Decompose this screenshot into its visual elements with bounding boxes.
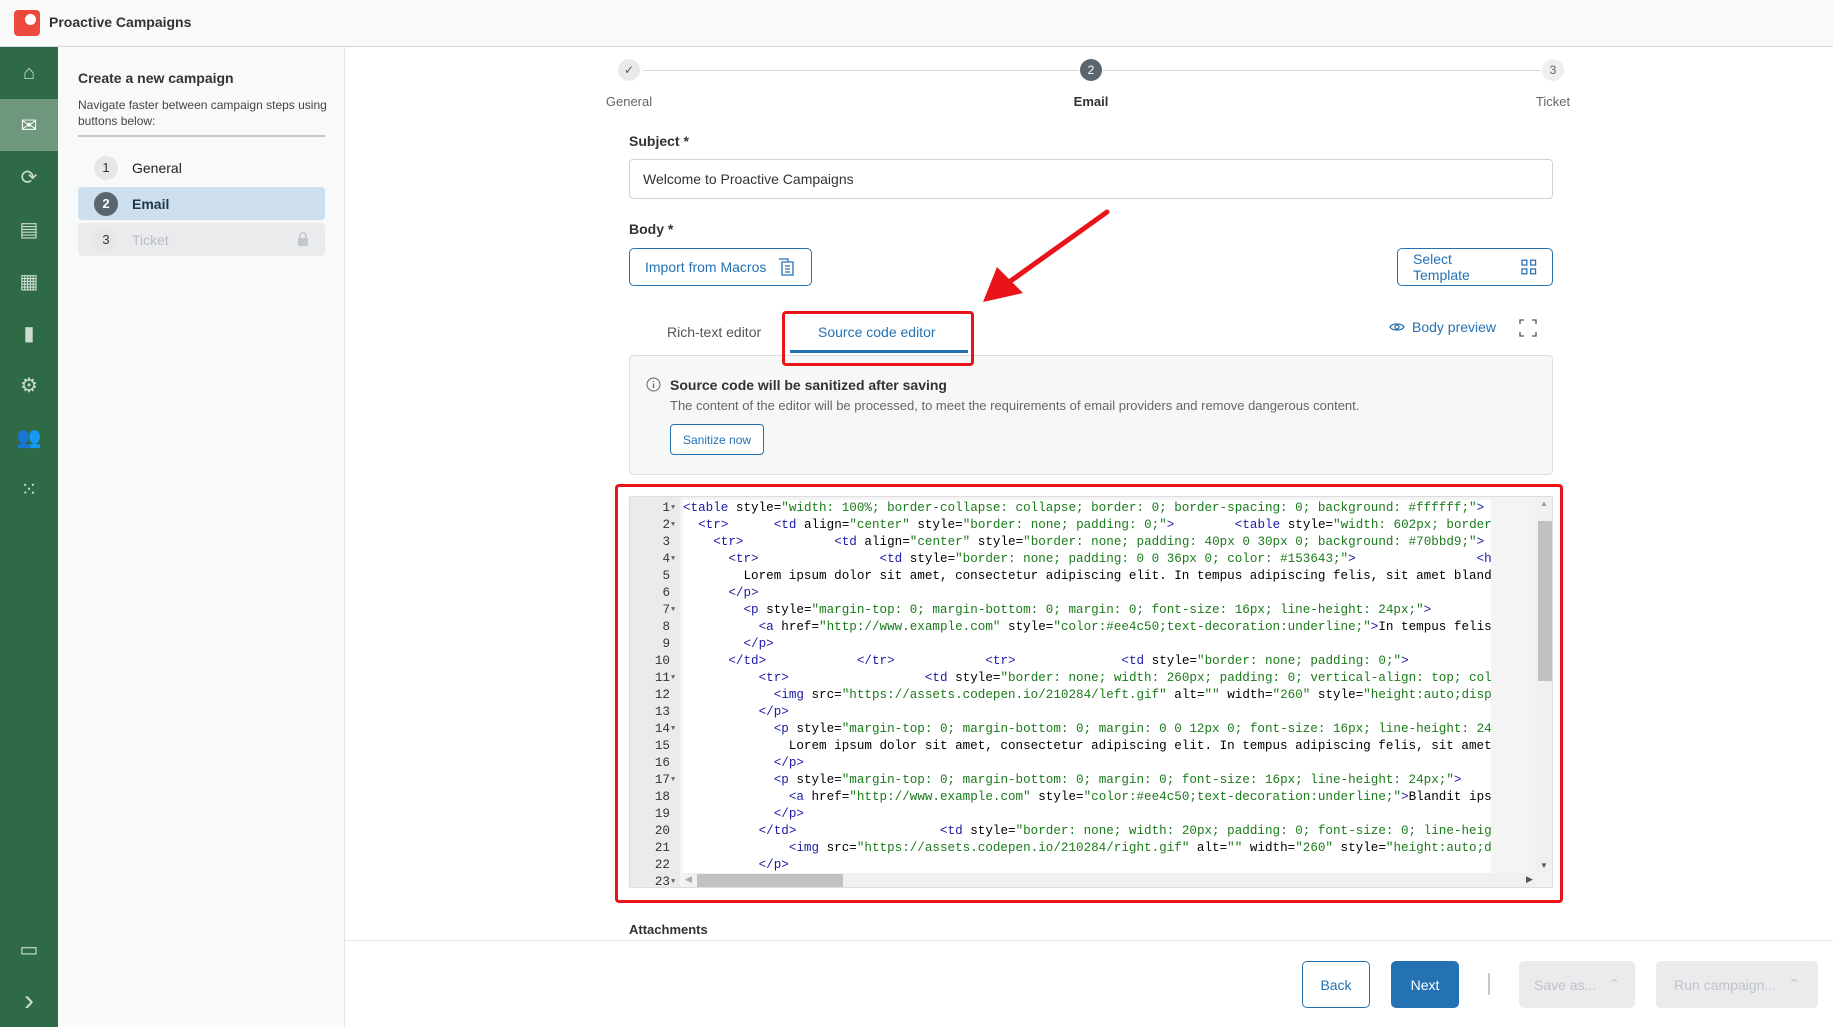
select-template-button[interactable]: Select Template (1397, 248, 1553, 286)
app-logo (14, 10, 40, 36)
tab-rich-text-editor[interactable]: Rich-text editor (667, 324, 761, 340)
grid-icon[interactable]: ⁙ (0, 463, 58, 515)
step-label: General (132, 159, 182, 176)
chevron-up-icon: ⌃ (1608, 976, 1620, 992)
users-icon[interactable]: 👥 (0, 411, 58, 463)
sanitize-now-button[interactable]: Sanitize now (670, 424, 765, 455)
app-title: Proactive Campaigns (49, 14, 192, 30)
subject-input[interactable] (629, 159, 1553, 199)
info-icon (646, 377, 661, 392)
lock-icon (298, 232, 308, 246)
chevron-up-icon: ⌃ (1788, 976, 1800, 992)
divider (78, 135, 325, 137)
chevron-right-icon[interactable]: › (0, 975, 58, 1027)
chart-icon[interactable]: ▮ (0, 307, 58, 359)
grid-icon (1521, 259, 1537, 275)
body-preview-button[interactable]: Body preview (1389, 319, 1496, 335)
panel-title: Create a new campaign (78, 70, 234, 86)
save-as-button: Save as... ⌃ (1519, 961, 1635, 1008)
highlight-box-tab (782, 311, 974, 366)
apps-add-icon[interactable]: ▦ (0, 255, 58, 307)
back-button[interactable]: Back (1302, 961, 1370, 1008)
nav-rail: ⌂ ✉ ⟳ ▤ ▦ ▮ ⚙ 👥 ⁙ ▭ › (0, 47, 58, 1027)
attachments-label: Attachments (629, 922, 708, 937)
mail-icon[interactable]: ✉ (0, 99, 58, 151)
stepper-check-icon[interactable]: ✓ (618, 59, 640, 81)
stepper-step-2[interactable]: 2 (1080, 59, 1102, 81)
stepper-line (643, 70, 1079, 71)
step-number: 2 (94, 191, 118, 216)
next-button[interactable]: Next (1391, 961, 1459, 1008)
button-label: Import from Macros (645, 259, 767, 275)
home-icon[interactable]: ⌂ (0, 47, 58, 99)
top-bar: Proactive Campaigns (0, 0, 1833, 47)
subject-label: Subject * (629, 133, 689, 149)
info-title: Source code will be sanitized after savi… (670, 377, 947, 393)
highlight-box-editor (615, 484, 1563, 903)
step-general[interactable]: 1 General (78, 151, 325, 184)
step-number: 3 (94, 227, 118, 252)
step-number: 1 (94, 155, 118, 180)
stepper-label: General (605, 94, 653, 109)
panel-subtitle: Navigate faster between campaign steps u… (78, 98, 327, 128)
automation-icon[interactable]: ⟳ (0, 151, 58, 203)
button-label: Save as... (1534, 976, 1597, 993)
sanitize-info-panel: Source code will be sanitized after savi… (629, 355, 1553, 475)
step-label: Email (132, 195, 170, 212)
document-icon (779, 258, 795, 276)
body-label: Body * (629, 221, 674, 237)
fullscreen-icon[interactable] (1519, 319, 1537, 337)
inbox-icon[interactable]: ▤ (0, 203, 58, 255)
stepper-step-3[interactable]: 3 (1542, 59, 1564, 81)
info-text: The content of the editor will be proces… (670, 398, 1360, 413)
button-label: Select Template (1413, 251, 1470, 283)
steps-panel: Create a new campaign Navigate faster be… (58, 47, 345, 1027)
button-label: Run campaign... (1674, 976, 1777, 993)
gear-icon[interactable]: ⚙ (0, 359, 58, 411)
divider (1488, 973, 1490, 995)
body-preview-label: Body preview (1412, 319, 1497, 335)
stepper-label: Ticket (1535, 94, 1571, 109)
step-ticket: 3 Ticket (78, 223, 325, 256)
annotation-arrow-icon (983, 209, 1110, 302)
step-email[interactable]: 2 Email (78, 187, 325, 220)
import-from-macros-button[interactable]: Import from Macros (629, 248, 812, 286)
chat-icon[interactable]: ▭ (0, 923, 58, 975)
stepper-line (1103, 70, 1541, 71)
step-label: Ticket (132, 231, 169, 248)
eye-icon (1389, 323, 1405, 331)
stepper-label: Email (1073, 94, 1109, 109)
run-campaign-button: Run campaign... ⌃ (1656, 961, 1818, 1008)
